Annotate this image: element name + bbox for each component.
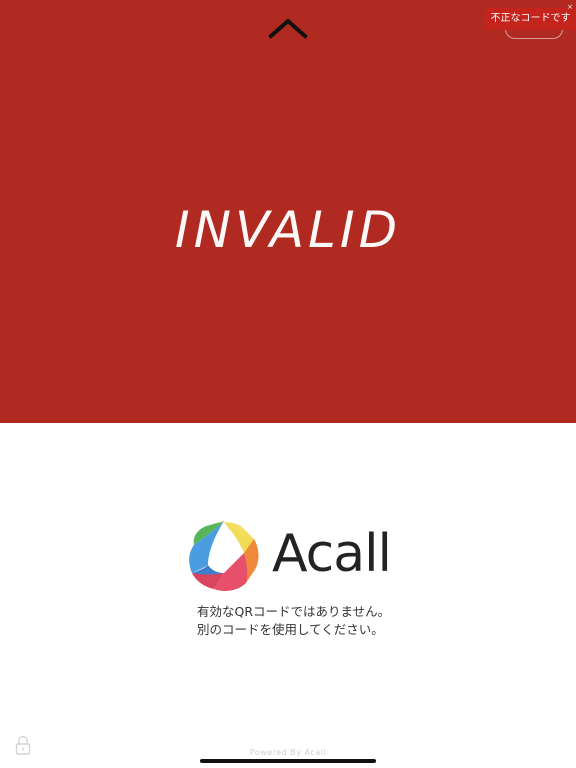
error-toast: 不正なコードです xyxy=(485,8,576,30)
acall-logo-icon xyxy=(189,521,259,591)
status-panel: INVALID 不正なコードです × xyxy=(0,0,576,423)
error-message-line-1: 有効なQRコードではありません。 xyxy=(197,604,391,619)
brand-name: Acall xyxy=(272,524,392,584)
error-message-line-2: 別のコードを使用してください。 xyxy=(197,622,384,637)
status-headline: INVALID xyxy=(174,201,402,259)
chevron-up-icon[interactable] xyxy=(268,16,308,42)
toast-close-icon[interactable]: × xyxy=(566,3,574,11)
powered-by-label: Powered By Acall xyxy=(249,748,327,757)
checkin-screen: INVALID 不正なコードです × Acall 有効なQRコードではありません… xyxy=(0,0,576,768)
home-indicator[interactable] xyxy=(200,759,376,763)
error-message: 有効なQRコードではありません。 別のコードを使用してください。 xyxy=(197,603,437,639)
